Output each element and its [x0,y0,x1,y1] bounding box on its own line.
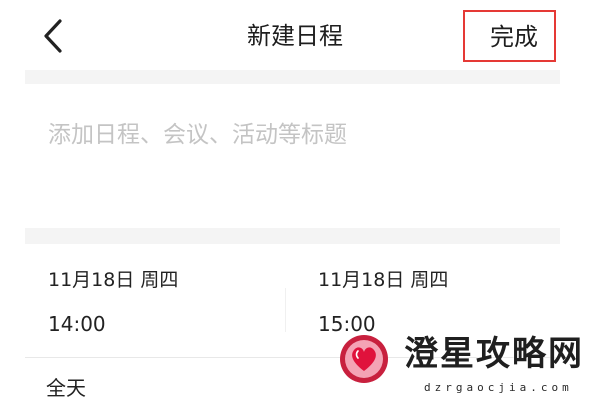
done-button[interactable]: 完成 [490,19,552,55]
all-day-toggle-label[interactable]: 全天 [46,376,86,400]
event-title-input[interactable] [48,114,553,156]
section-separator [25,70,560,84]
chevron-left-icon [44,19,62,53]
start-time: 14:00 [48,312,106,336]
heart-logo-icon [340,335,388,383]
watermark-name: 澄星攻略网 [404,334,584,374]
end-date: 11月18日 周四 [318,269,449,291]
new-event-screen: 新建日程 完成 11月18日 周四 14:00 11月18日 周四 15:00 … [0,0,600,400]
back-button[interactable] [38,15,72,57]
start-time-picker[interactable]: 11月18日 周四 14:00 [48,264,278,340]
section-separator [25,228,560,244]
page-title: 新建日程 [247,22,343,50]
end-time-picker[interactable]: 11月18日 周四 15:00 [318,264,548,340]
column-divider [285,288,286,332]
start-date: 11月18日 周四 [48,269,179,291]
watermark-url: dzrgaocjia.com [424,381,573,394]
